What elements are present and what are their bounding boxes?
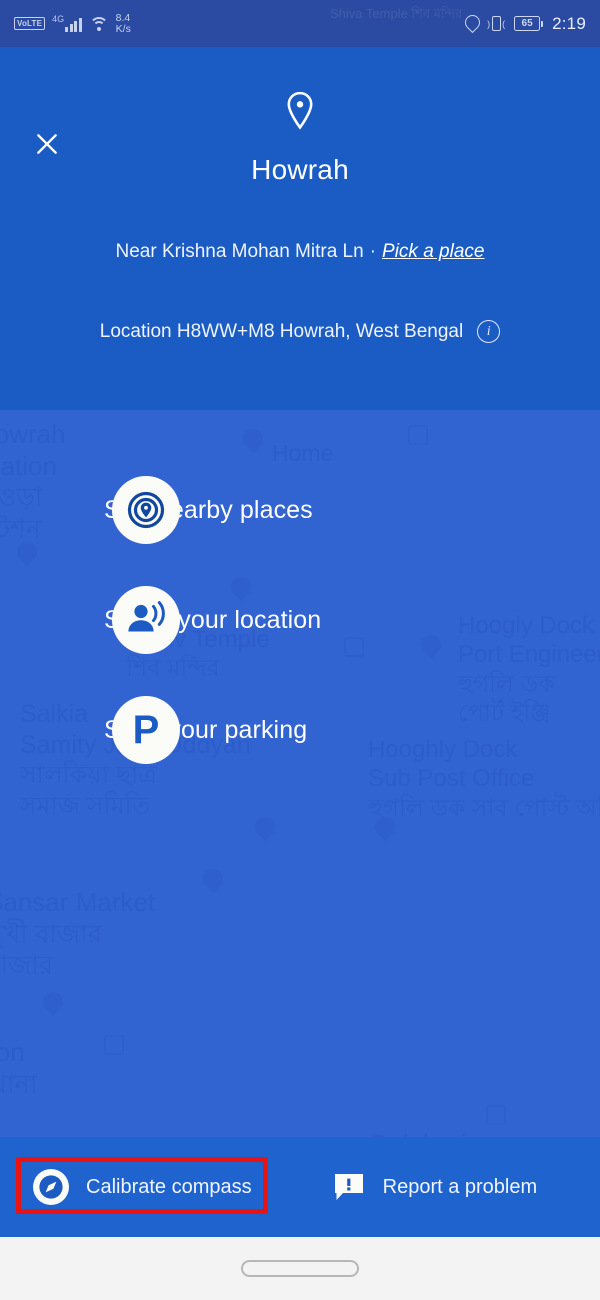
- info-icon[interactable]: i: [477, 320, 501, 343]
- share-location-icon: [112, 586, 180, 654]
- signal-bars-icon: 4G: [52, 15, 82, 32]
- page-title: Howrah: [251, 154, 349, 185]
- clock-label: 2:19: [552, 13, 586, 33]
- header-subtitle: Near Krishna Mohan Mitra Ln · Pick a place: [0, 241, 600, 263]
- location-pin-icon: [287, 91, 313, 130]
- network-type-label: 4G: [52, 14, 65, 24]
- battery-level: 65: [514, 16, 541, 31]
- parking-letter: P: [132, 708, 160, 752]
- volte-badge: VoLTE: [14, 17, 46, 30]
- phone-screen: Howrah Station হাওড়া স্টেশন Home Shaiv …: [0, 0, 600, 1300]
- compass-icon: [33, 1169, 69, 1205]
- status-bar-ghost-text: Shiva Temple শিব মন্দির: [330, 6, 463, 21]
- status-bar-left: VoLTE 4G 8.4 K/s: [14, 11, 131, 35]
- near-street-text: Near Krishna Mohan Mitra Ln: [115, 241, 364, 262]
- bottom-action-bar: Calibrate compass Report a problem: [0, 1137, 600, 1237]
- plus-code-text: Location H8WW+M8 Howrah, West Bengal: [99, 320, 464, 342]
- status-bar: Shiva Temple শিব মন্দির VoLTE 4G 8.4 K/s…: [0, 0, 600, 47]
- pick-a-place-link[interactable]: Pick a place: [382, 241, 484, 262]
- report-problem-label: Report a problem: [382, 1175, 538, 1198]
- report-problem-icon: [332, 1172, 366, 1202]
- report-problem-button[interactable]: Report a problem: [332, 1172, 538, 1202]
- separator-dot: ·: [369, 241, 377, 262]
- calibrate-compass-button[interactable]: Calibrate compass: [33, 1169, 252, 1205]
- signal-strength-bars: [65, 17, 82, 32]
- action-list: See nearby places Share your location P …: [0, 455, 600, 785]
- location-header-panel: Howrah Near Krishna Mohan Mitra Ln · Pick …: [0, 47, 600, 410]
- battery-icon: 65: [514, 16, 544, 31]
- data-rate-label: 8.4 K/s: [115, 11, 131, 35]
- plus-code-row: Location H8WW+M8 Howrah, West Bengal i: [0, 320, 600, 343]
- home-gesture-pill[interactable]: [241, 1260, 359, 1277]
- system-navigation-bar: [0, 1237, 600, 1300]
- header-pin-wrapper: [0, 91, 600, 131]
- action-see-nearby-places[interactable]: See nearby places: [0, 455, 600, 565]
- nearby-places-icon: [112, 476, 180, 544]
- action-save-your-parking[interactable]: P Save your parking: [0, 675, 600, 785]
- status-bar-right: )( 65 2:19: [465, 14, 586, 34]
- location-pin-icon: [465, 15, 478, 32]
- wifi-icon: [89, 16, 109, 31]
- action-share-your-location[interactable]: Share your location: [0, 565, 600, 675]
- calibrate-compass-label: Calibrate compass: [86, 1175, 252, 1198]
- vibrate-icon: )(: [487, 16, 505, 31]
- parking-icon: P: [112, 696, 180, 764]
